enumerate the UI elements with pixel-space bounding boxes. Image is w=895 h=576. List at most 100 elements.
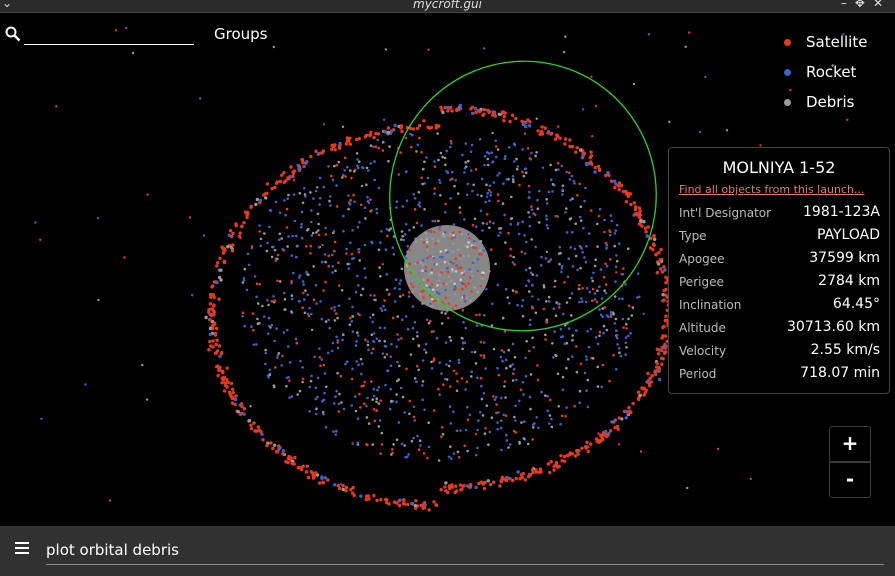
object-dot: [470, 290, 473, 293]
object-dot: [439, 194, 442, 197]
object-dot: [561, 375, 565, 379]
satellite-dot: [216, 373, 220, 378]
object-dot: [789, 88, 792, 92]
object-dot: [538, 221, 541, 224]
object-dot: [586, 378, 590, 382]
object-dot: [589, 327, 593, 331]
satellite-dot: [296, 466, 300, 470]
object-dot: [400, 230, 404, 233]
object-dot: [591, 299, 594, 303]
object-dot: [541, 166, 545, 169]
object-dot: [324, 260, 327, 264]
object-dot: [603, 218, 606, 222]
object-dot: [277, 238, 281, 241]
object-dot: [387, 159, 390, 163]
search-icon[interactable]: [4, 25, 22, 43]
object-dot: [331, 253, 334, 257]
object-dot: [145, 398, 149, 401]
object-dot: [96, 217, 100, 220]
object-dot: [593, 298, 597, 301]
object-dot: [485, 183, 488, 186]
object-dot: [272, 295, 275, 298]
object-dot: [429, 230, 433, 233]
satellite-dot: [546, 129, 551, 133]
satellite-dot: [641, 387, 645, 391]
satellite-dot: [489, 482, 493, 487]
window-controls[interactable]: –✥✕: [841, 0, 891, 10]
object-dot: [438, 225, 442, 228]
object-dot: [262, 315, 266, 318]
object-dot: [333, 309, 337, 312]
object-dot: [269, 209, 273, 212]
zoom-out-button[interactable]: -: [829, 462, 871, 498]
satellite-dot: [240, 224, 244, 229]
object-dot: [476, 269, 480, 273]
object-dot: [310, 374, 313, 378]
object-dot: [480, 194, 483, 198]
satellite-dot: [637, 206, 641, 210]
object-dot: [258, 230, 262, 233]
object-dot: [347, 267, 351, 270]
object-dot: [399, 151, 402, 154]
object-dot: [384, 48, 387, 51]
satellite-dot: [231, 391, 235, 395]
object-dot: [446, 270, 450, 274]
object-dot: [496, 174, 500, 177]
object-dot: [545, 300, 548, 303]
object-dot: [454, 270, 458, 273]
satellite-dot: [249, 423, 253, 427]
satellite-dot: [402, 498, 406, 502]
object-dot: [460, 377, 464, 380]
groups-button[interactable]: Groups: [214, 25, 267, 43]
satellite-dot: [568, 451, 572, 455]
object-dot: [278, 211, 282, 214]
search-input[interactable]: [24, 26, 194, 45]
object-dot: [288, 361, 292, 364]
object-dot: [515, 157, 518, 161]
satellite-dot: [258, 198, 263, 203]
object-dot: [561, 184, 565, 188]
object-dot: [725, 129, 729, 132]
hamburger-menu-icon[interactable]: [12, 537, 32, 557]
object-dot: [478, 411, 482, 414]
object-dot: [336, 346, 340, 350]
object-dot: [316, 212, 320, 216]
object-dot: [410, 145, 413, 149]
object-dot: [350, 404, 354, 407]
object-dot: [427, 445, 431, 449]
object-dot: [366, 195, 369, 199]
satellite-dot: [212, 303, 216, 307]
satellite-dot: [441, 110, 445, 115]
satellite-dot: [657, 352, 661, 356]
object-dot: [471, 246, 475, 249]
object-dot: [465, 193, 469, 196]
satellite-dot: [597, 168, 602, 173]
object-dot: [405, 199, 409, 202]
object-dot: [491, 160, 495, 163]
object-dot: [426, 279, 430, 282]
info-key: Int'l Designator: [679, 206, 772, 220]
object-dot: [440, 372, 443, 375]
satellite-dot: [228, 392, 232, 396]
command-input[interactable]: [46, 536, 884, 565]
object-dot: [585, 245, 588, 248]
satellite-dot: [575, 448, 579, 453]
object-dot: [327, 318, 330, 322]
object-dot: [476, 258, 480, 261]
object-dot: [537, 426, 540, 430]
zoom-in-button[interactable]: +: [829, 426, 871, 462]
find-launch-objects-link[interactable]: Find all objects from this launch...: [679, 183, 864, 196]
object-dot: [596, 385, 600, 388]
satellite-dot: [225, 366, 229, 370]
satellite-dot: [470, 111, 475, 116]
object-dot: [424, 269, 428, 273]
satellite-dot: [304, 470, 309, 474]
object-dot: [294, 234, 298, 238]
object-dot: [404, 170, 408, 174]
satellite-dot: [213, 351, 218, 355]
object-dot: [317, 246, 321, 249]
object-dot: [369, 294, 372, 297]
satellite-dot: [473, 106, 478, 111]
satellite-dot: [629, 202, 633, 207]
object-dot: [574, 222, 577, 225]
